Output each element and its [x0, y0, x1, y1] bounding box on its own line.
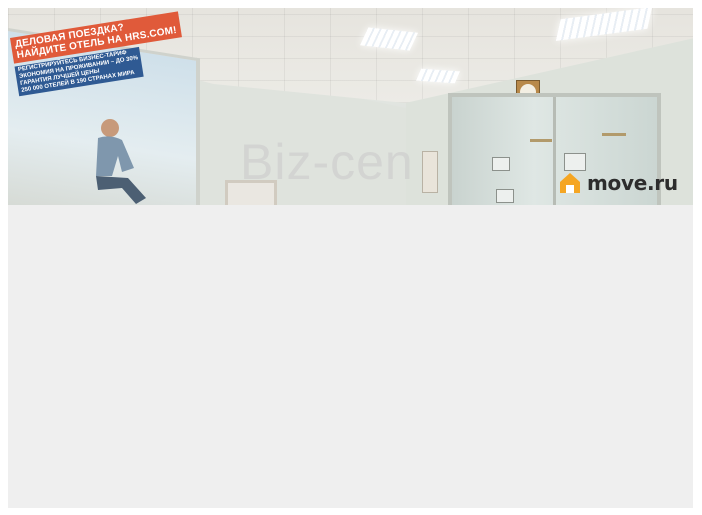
house-icon [560, 173, 580, 193]
door-handle [530, 139, 552, 142]
door-divider [553, 97, 556, 205]
door-sticker [496, 189, 514, 203]
watermark: Biz-cen [240, 134, 414, 190]
image-viewer: ДЕЛОВАЯ ПОЕЗДКА? НАЙДИТЕ ОТЕЛЬ НА HRS.CO… [8, 8, 693, 508]
door-sticker [492, 157, 510, 171]
move-ru-logo: move.ru [558, 171, 678, 195]
door-handle [602, 133, 626, 136]
office-photo[interactable]: ДЕЛОВАЯ ПОЕЗДКА? НАЙДИТЕ ОТЕЛЬ НА HRS.CO… [8, 8, 693, 205]
poster-person [96, 119, 146, 204]
logo-text: move.ru [587, 171, 678, 195]
wall-notice [422, 151, 438, 193]
door-sticker [564, 153, 586, 171]
